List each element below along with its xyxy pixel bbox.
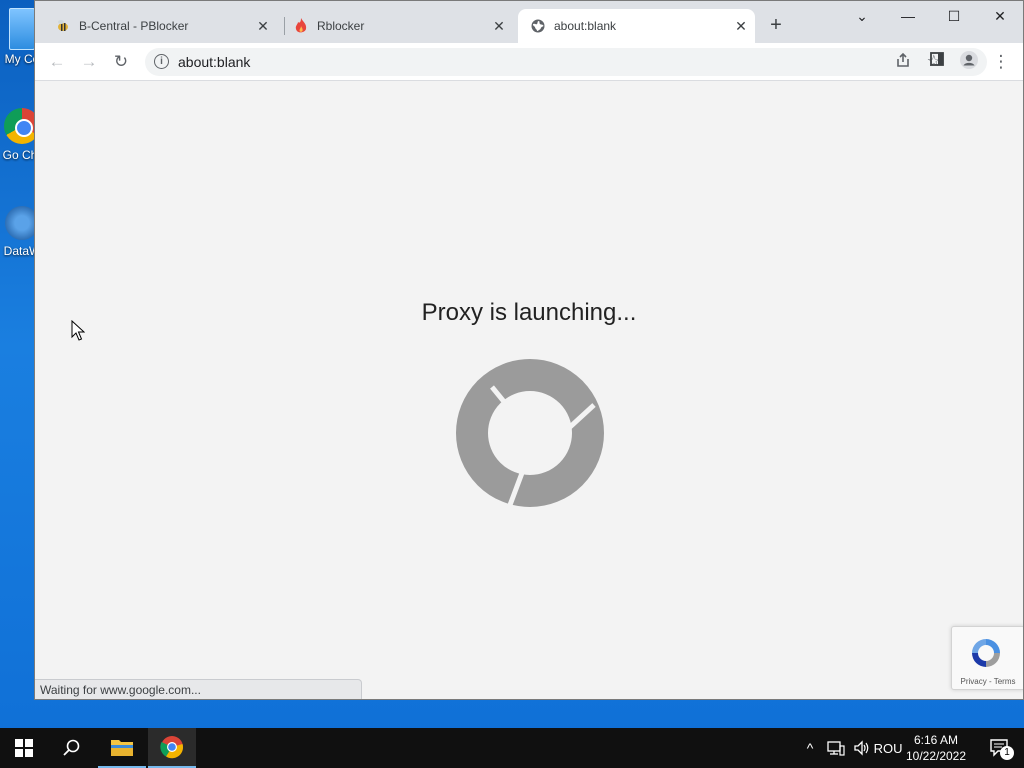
browser-window: B-Central - PBlocker ✕ Rblocker ✕ about:… (34, 0, 1024, 700)
maximize-button[interactable]: ☐ (939, 5, 969, 27)
bee-icon (55, 18, 71, 34)
recaptcha-terms[interactable]: Privacy - Terms (952, 677, 1023, 686)
profile-avatar-icon[interactable] (957, 50, 981, 72)
file-explorer-button[interactable] (98, 728, 146, 768)
recaptcha-icon (972, 639, 1000, 667)
share-icon[interactable] (895, 52, 911, 72)
browser-toolbar: ← → ↻ i about:blank ☆ ⋮ (35, 43, 1023, 81)
page-content: Proxy is launching... Privacy - Terms Wa… (35, 81, 1023, 699)
minimize-button[interactable]: — (893, 5, 923, 27)
windows-logo-icon (15, 739, 33, 757)
taskbar: ^ ROU 6:16 AM 10/22/2022 1 (0, 728, 1024, 768)
notification-count-badge: 1 (1000, 746, 1014, 760)
folder-icon (111, 740, 133, 756)
start-button[interactable] (0, 728, 48, 768)
info-icon[interactable]: i (154, 54, 169, 69)
tab-search-button[interactable]: ⌄ (847, 5, 877, 27)
globe-icon (530, 18, 546, 34)
page-heading: Proxy is launching... (421, 299, 637, 326)
flame-icon (293, 18, 309, 34)
clock-time: 6:16 AM (913, 733, 959, 747)
mouse-cursor-icon (71, 320, 85, 341)
show-hidden-icons-button[interactable]: ^ (800, 728, 820, 768)
tab-rblocker[interactable]: Rblocker ✕ (293, 9, 513, 43)
tab-separator (284, 17, 285, 35)
computer-icon (9, 8, 35, 50)
notification-center-button[interactable]: 1 (984, 728, 1016, 768)
tab-b-central[interactable]: B-Central - PBlocker ✕ (55, 9, 277, 43)
clock-date: 10/22/2022 (905, 749, 967, 763)
search-button[interactable] (48, 728, 96, 768)
chrome-icon (160, 736, 184, 759)
side-panel-icon[interactable] (925, 51, 949, 73)
tab-title: about:blank (554, 19, 617, 33)
url-text[interactable]: about:blank (178, 54, 250, 70)
new-tab-button[interactable]: + (765, 15, 787, 37)
chrome-taskbar-button[interactable] (148, 728, 196, 768)
network-icon[interactable] (824, 728, 848, 768)
tab-strip: B-Central - PBlocker ✕ Rblocker ✕ about:… (35, 1, 1023, 43)
reload-button[interactable]: ↻ (109, 51, 133, 73)
address-bar[interactable]: i about:blank ☆ (145, 48, 987, 76)
close-tab-icon[interactable]: ✕ (255, 18, 271, 34)
tab-about-blank[interactable]: about:blank ✕ (518, 9, 755, 43)
back-button[interactable]: ← (45, 51, 69, 73)
close-window-button[interactable]: ✕ (985, 5, 1015, 27)
loading-spinner-icon (454, 357, 606, 509)
clock[interactable]: 6:16 AM 10/22/2022 (896, 728, 976, 768)
close-tab-icon[interactable]: ✕ (733, 18, 749, 34)
tab-title: Rblocker (317, 19, 365, 33)
browser-menu-icon[interactable]: ⋮ (989, 51, 1013, 73)
recaptcha-badge[interactable]: Privacy - Terms (951, 626, 1023, 690)
tab-title: B-Central - PBlocker (79, 19, 189, 33)
forward-button[interactable]: → (77, 51, 101, 73)
search-icon (63, 739, 80, 756)
close-tab-icon[interactable]: ✕ (491, 18, 507, 34)
volume-icon[interactable] (850, 728, 874, 768)
status-bubble: Waiting for www.google.com... (35, 679, 362, 699)
